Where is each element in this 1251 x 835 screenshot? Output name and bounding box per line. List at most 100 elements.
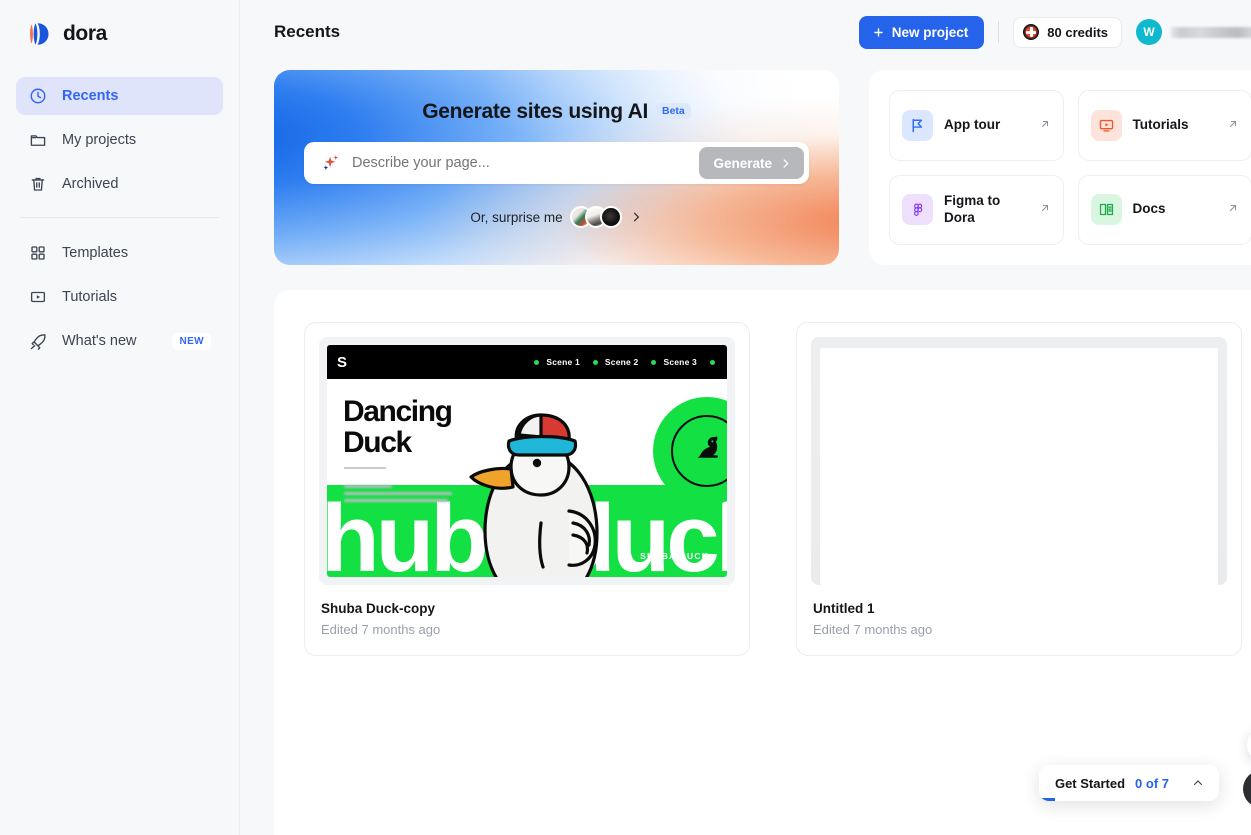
- brand[interactable]: dora: [0, 0, 239, 49]
- duck-navbar: S Scene 1 Scene 2 Scene 3: [327, 345, 727, 379]
- quick-link-label: Docs: [1132, 201, 1166, 217]
- duck-scene: Scene 1: [534, 357, 580, 367]
- topbar: Recents New project 80 credits W: [240, 0, 1251, 64]
- figma-icon: [902, 194, 933, 226]
- get-started-widget[interactable]: Get Started 0 of 7: [1038, 765, 1219, 801]
- chevron-right-icon: [783, 158, 789, 168]
- project-thumbnail: [811, 337, 1227, 585]
- project-meta: Edited 7 months ago: [813, 622, 933, 637]
- book-icon: [1090, 194, 1122, 226]
- scene-dot-icon: [651, 359, 657, 365]
- scene-label: Scene 1: [546, 357, 580, 367]
- duck-corner-label: SHUBA DUCK: [640, 551, 709, 561]
- sidebar-nav: Recents My projects Archived Templates T…: [0, 77, 239, 360]
- surprise-me-row[interactable]: Or, surprise me: [274, 206, 839, 228]
- user-menu[interactable]: W: [1136, 19, 1251, 45]
- get-started-progress-bar: [1038, 798, 1055, 801]
- duck-title: Dancing Duck: [343, 396, 453, 459]
- ai-prompt-row[interactable]: Generate: [304, 142, 809, 184]
- avatar: W: [1136, 19, 1162, 45]
- quick-link-figma-to-dora[interactable]: Figma to Dora: [889, 174, 1064, 245]
- page-title: Recents: [274, 22, 341, 41]
- sidebar-item-whats-new[interactable]: What's new NEW: [16, 322, 223, 360]
- brand-name: dora: [63, 22, 107, 45]
- ai-card-title: Generate sites using AI: [422, 100, 648, 123]
- duck-scene-list: Scene 1 Scene 2 Scene 3: [534, 357, 717, 367]
- sidebar-item-label: Archived: [62, 176, 119, 192]
- projects-panel: S Scene 1 Scene 2 Scene 3 huba duc Danci…: [274, 290, 1251, 835]
- blank-artwork: [811, 337, 1227, 585]
- scene-dot-icon: [534, 359, 540, 365]
- sidebar-item-my-projects[interactable]: My projects: [16, 121, 223, 159]
- main-content: Recents New project 80 credits W Generat…: [240, 0, 1251, 835]
- arrow-up-right-icon: [1227, 202, 1239, 217]
- topbar-divider: [998, 21, 1000, 43]
- duck-illustration: [469, 413, 599, 577]
- topbar-actions: New project 80 credits W: [858, 15, 1251, 49]
- sidebar-item-archived[interactable]: Archived: [16, 165, 223, 203]
- duck-title-line2: Duck: [343, 425, 412, 459]
- project-name: Untitled 1: [813, 601, 875, 616]
- hero-row: Generate sites using AI Beta Generate: [240, 64, 1251, 265]
- project-card[interactable]: Untitled 1 Edited 7 months ago: [796, 322, 1242, 656]
- quick-link-app-tour[interactable]: App tour: [889, 90, 1064, 161]
- get-started-label: Get Started: [1054, 775, 1126, 791]
- rocket-icon: [28, 331, 48, 351]
- app-root: dora Recents My projects Archived Templa…: [0, 0, 1251, 835]
- credit-coin-icon: [1023, 24, 1040, 40]
- generate-label: Generate: [713, 155, 772, 171]
- duck-logo: S: [337, 353, 348, 371]
- sidebar-item-label: Tutorials: [62, 289, 118, 305]
- flag-icon: [902, 109, 933, 141]
- project-thumbnail: S Scene 1 Scene 2 Scene 3 huba duc Danci…: [319, 337, 735, 585]
- scene-label: Scene 3: [663, 357, 697, 367]
- credits-badge[interactable]: 80 credits: [1013, 16, 1122, 48]
- get-started-count: 0 of 7: [1135, 775, 1169, 791]
- trash-icon: [28, 174, 48, 194]
- project-card[interactable]: S Scene 1 Scene 2 Scene 3 huba duc Danci…: [304, 322, 750, 656]
- arrow-up-right-icon: [1039, 202, 1051, 217]
- quick-link-label: App tour: [944, 116, 1001, 132]
- sidebar-item-label: What's new: [62, 333, 137, 349]
- quick-link-label: Tutorials: [1132, 116, 1189, 132]
- ai-generate-card: Generate sites using AI Beta Generate: [274, 70, 839, 265]
- video-icon: [28, 287, 48, 307]
- surprise-thumbnails: [569, 206, 622, 228]
- ai-card-header: Generate sites using AI Beta: [274, 70, 839, 124]
- duck-scene: Scene 3: [651, 357, 697, 367]
- surprise-me-label: Or, surprise me: [470, 209, 563, 225]
- quick-link-tutorials[interactable]: Tutorials: [1077, 90, 1251, 161]
- scene-label: Scene 2: [604, 357, 639, 367]
- new-badge: NEW: [172, 332, 211, 350]
- new-project-label: New project: [891, 24, 969, 40]
- folder-icon: [28, 130, 48, 150]
- sidebar-item-label: Templates: [62, 245, 129, 261]
- sidebar-item-label: Recents: [62, 88, 119, 104]
- ai-prompt-input[interactable]: [352, 155, 700, 171]
- sidebar-divider: [20, 217, 219, 218]
- scene-dot-icon: [592, 359, 598, 365]
- arrow-up-right-icon: [1227, 118, 1239, 133]
- project-meta: Edited 7 months ago: [321, 622, 441, 637]
- sidebar-item-templates[interactable]: Templates: [16, 234, 223, 272]
- plus-icon: [874, 27, 883, 37]
- new-project-button[interactable]: New project: [858, 15, 985, 49]
- duck-caption-line: [344, 492, 452, 495]
- chevron-right-icon: [633, 212, 639, 222]
- dora-logo-icon: [24, 19, 54, 49]
- generate-button[interactable]: Generate: [699, 147, 804, 179]
- sidebar-item-label: My projects: [62, 132, 137, 148]
- video-play-icon: [1090, 109, 1122, 141]
- arrow-up-right-icon: [1039, 118, 1051, 133]
- sidebar: dora Recents My projects Archived Templa…: [0, 0, 240, 835]
- scene-dot-icon: [710, 359, 715, 365]
- quick-link-label: Figma to Dora: [944, 192, 1001, 225]
- sparkle-icon: [320, 152, 342, 174]
- username-redacted: [1171, 26, 1251, 38]
- sidebar-item-recents[interactable]: Recents: [16, 77, 223, 115]
- sidebar-item-tutorials[interactable]: Tutorials: [16, 278, 223, 316]
- quick-link-docs[interactable]: Docs: [1077, 174, 1251, 245]
- surprise-thumb: [599, 206, 622, 228]
- duck-caption-line: [344, 499, 448, 502]
- duck-scene: Scene 2: [592, 357, 639, 367]
